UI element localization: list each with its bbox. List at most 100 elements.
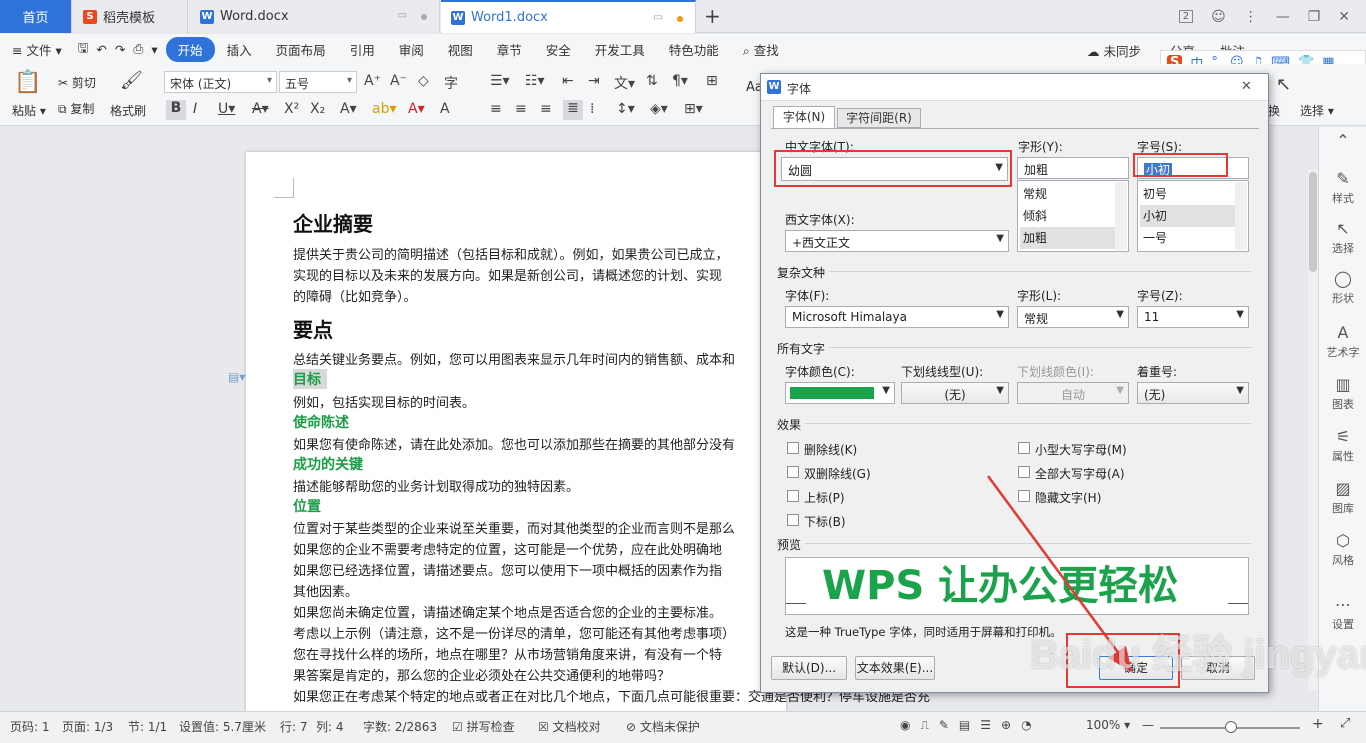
clear-format-icon[interactable]: ◇ (418, 73, 429, 89)
doc-paragraph[interactable]: 总结关键业务要点。例如，您可以用图表来显示几年时间内的销售额、成本和 (293, 349, 735, 368)
status-pages[interactable]: 页面: 1/3 (62, 718, 113, 735)
save-icon[interactable]: 🖫 (74, 39, 93, 60)
format-painter-button[interactable]: 格式刷 (110, 102, 146, 119)
select-button[interactable]: 选择 ▾ (1300, 102, 1334, 119)
dialog-close-icon[interactable]: ✕ (1241, 79, 1252, 94)
proofread-button[interactable]: ☒ 文档校对 (538, 718, 601, 735)
view-mode-icons[interactable]: ◉⎍✎▤☰⊕◔ (900, 718, 1042, 733)
restore-icon[interactable]: ❐ (1308, 9, 1321, 25)
doc-paragraph[interactable]: 您在寻找什么样的场所，地点在哪里？从市场营销角度来讲，有没有一个特 (293, 644, 722, 663)
doc-paragraph[interactable]: 如果您已经选择位置，请描述要点。您可以使用下一项中概括的因素作为指 (293, 560, 722, 579)
sort-icon[interactable]: ⇅ (646, 73, 658, 89)
sidebar-item-properties[interactable]: ⚟ 属性 (1319, 427, 1366, 464)
text-effect-button[interactable]: 文本效果(E)... (855, 656, 935, 680)
complex-size-select[interactable]: 11 ▼ (1137, 306, 1249, 328)
complex-style-select[interactable]: 常规 ▼ (1017, 306, 1129, 328)
spell-check-button[interactable]: ☑ 拼写检查 (452, 718, 515, 735)
status-section[interactable]: 节: 1/1 (128, 718, 167, 735)
new-tab-button[interactable]: + (704, 4, 721, 28)
distributed-icon[interactable]: ⁞ (590, 101, 594, 117)
size-option[interactable]: 初号 (1140, 183, 1236, 205)
doc-paragraph[interactable]: 提供关于贵公司的简明描述（包括目标和成就）。例如，如果贵公司已成立， (293, 244, 729, 263)
menu-developer[interactable]: 开发工具 (583, 40, 657, 59)
increase-indent-icon[interactable]: ⇥ (588, 73, 600, 89)
size-option[interactable]: 一号 (1140, 227, 1236, 249)
status-page-number[interactable]: 页码: 1 (10, 718, 50, 735)
menu-page-layout[interactable]: 页面布局 (264, 40, 338, 59)
monitor-icon[interactable]: ▭ (398, 10, 407, 21)
complex-font-select[interactable]: Microsoft Himalaya ▼ (785, 306, 1009, 328)
table-icon[interactable]: ⊞ (706, 73, 718, 89)
highlight-icon[interactable]: ab▾ (372, 101, 397, 117)
menu-reference[interactable]: 引用 (338, 40, 387, 59)
style-input[interactable]: 加粗 (1017, 157, 1129, 179)
minimize-icon[interactable]: — (1276, 9, 1290, 25)
menu-security[interactable]: 安全 (534, 40, 583, 59)
small-caps-checkbox[interactable] (1018, 442, 1030, 454)
status-row[interactable]: 行: 7 (280, 718, 308, 735)
sidebar-item-select[interactable]: ↖ 选择 (1319, 219, 1366, 256)
size-list[interactable]: 初号 小初 一号 (1137, 180, 1249, 252)
doc-paragraph[interactable]: 的障碍（比如竞争）。 (293, 286, 417, 305)
borders-icon[interactable]: ⊞▾ (684, 101, 703, 117)
phonetic-icon[interactable]: 字 (444, 73, 458, 93)
subscript-icon[interactable]: X₂ (310, 101, 325, 117)
zoom-level[interactable]: 100% ▾ (1086, 718, 1130, 732)
sidebar-item-style[interactable]: ✎ 样式 (1319, 169, 1366, 206)
doc-paragraph[interactable]: 其他因素。 (293, 581, 358, 600)
text-effect-icon[interactable]: A▾ (340, 101, 357, 117)
undo-icon[interactable]: ↶ (92, 42, 110, 57)
dialog-titlebar[interactable]: W 字体 ✕ (761, 74, 1268, 101)
underline-style-select[interactable]: (无) ▼ (901, 382, 1009, 404)
grow-font-icon[interactable]: A⁺ (364, 73, 381, 89)
heading-business-summary[interactable]: 企业摘要 (293, 208, 373, 237)
menu-chapter[interactable]: 章节 (485, 40, 534, 59)
sidebar-item-wordart[interactable]: A 艺术字 (1319, 323, 1366, 360)
format-painter-icon[interactable]: 🖌 (120, 70, 143, 91)
close-icon[interactable]: ✕ (1338, 9, 1350, 25)
scrollbar-thumb[interactable] (1309, 172, 1317, 272)
default-button[interactable]: 默认(D)... (771, 656, 847, 680)
strikethrough-icon[interactable]: A▾ (252, 101, 269, 117)
superscript-checkbox[interactable] (787, 490, 799, 502)
status-column[interactable]: 列: 4 (316, 718, 344, 735)
chinese-layout-icon[interactable]: 文▾ (614, 73, 635, 93)
doc-paragraph[interactable]: 如果您有使命陈述，请在此处添加。您也可以添加那些在摘要的其他部分没有 (293, 434, 735, 453)
font-size-select[interactable]: 五号 (279, 71, 357, 93)
superscript-icon[interactable]: X² (284, 101, 299, 117)
sidebar-item-chart[interactable]: ▥ 图表 (1319, 375, 1366, 412)
search-menu[interactable]: ⌕ 查找 (731, 40, 791, 59)
hamburger-icon[interactable]: ≡ 文件 ▾ (0, 40, 74, 59)
heading-goal[interactable]: 目标 (293, 369, 327, 389)
zoom-slider-handle[interactable] (1225, 721, 1237, 733)
doc-paragraph[interactable]: 描述能够帮助您的业务计划取得成功的独特因素。 (293, 476, 579, 495)
sidebar-item-gallery[interactable]: ▨ 图库 (1319, 479, 1366, 516)
more-icon[interactable]: ⋮ (1244, 9, 1258, 25)
sidebar-item-shape[interactable]: ◯ 形状 (1319, 269, 1366, 306)
replace-button[interactable]: 换 (1268, 102, 1280, 119)
shrink-font-icon[interactable]: A⁻ (390, 73, 407, 89)
cut-button[interactable]: ✂ 剪切 (58, 74, 96, 91)
user-avatar-icon[interactable]: ☺ (1211, 9, 1226, 25)
protect-status[interactable]: ⊘ 文档未保护 (626, 718, 700, 735)
doc-paragraph[interactable]: 实现的目标以及未来的发展方向。如果是新创公司，请概述您的计划、实现 (293, 265, 722, 284)
tab-home[interactable]: 首页 (0, 0, 72, 33)
strikethrough-checkbox[interactable] (787, 442, 799, 454)
quick-access-dropdown-icon[interactable]: ▾ (147, 42, 165, 57)
italic-icon[interactable]: I (193, 101, 197, 117)
style-option[interactable]: 常规 (1020, 183, 1116, 205)
decrease-indent-icon[interactable]: ⇤ (562, 73, 574, 89)
font-color-icon[interactable]: A▾ (408, 101, 425, 117)
doc-paragraph[interactable]: 如果您尚未确定位置，请描述确定某个地点是否适合您的企业的主要标准。 (293, 602, 722, 621)
list-scrollbar[interactable] (1115, 182, 1127, 250)
size-option-selected[interactable]: 小初 (1140, 205, 1236, 227)
style-option-selected[interactable]: 加粗 (1020, 227, 1116, 249)
paste-icon[interactable]: 📋 (14, 70, 41, 95)
select-cursor-icon[interactable]: ↖ (1276, 74, 1291, 95)
line-spacing-icon[interactable]: ↕▾ (616, 101, 635, 117)
tab-character-spacing[interactable]: 字符间距(R) (837, 108, 921, 128)
print-icon[interactable]: ⎙ (129, 41, 147, 57)
style-option[interactable]: 倾斜 (1020, 205, 1116, 227)
status-word-count[interactable]: 字数: 2/2863 (363, 718, 437, 735)
show-marks-icon[interactable]: ¶▾ (672, 73, 688, 89)
